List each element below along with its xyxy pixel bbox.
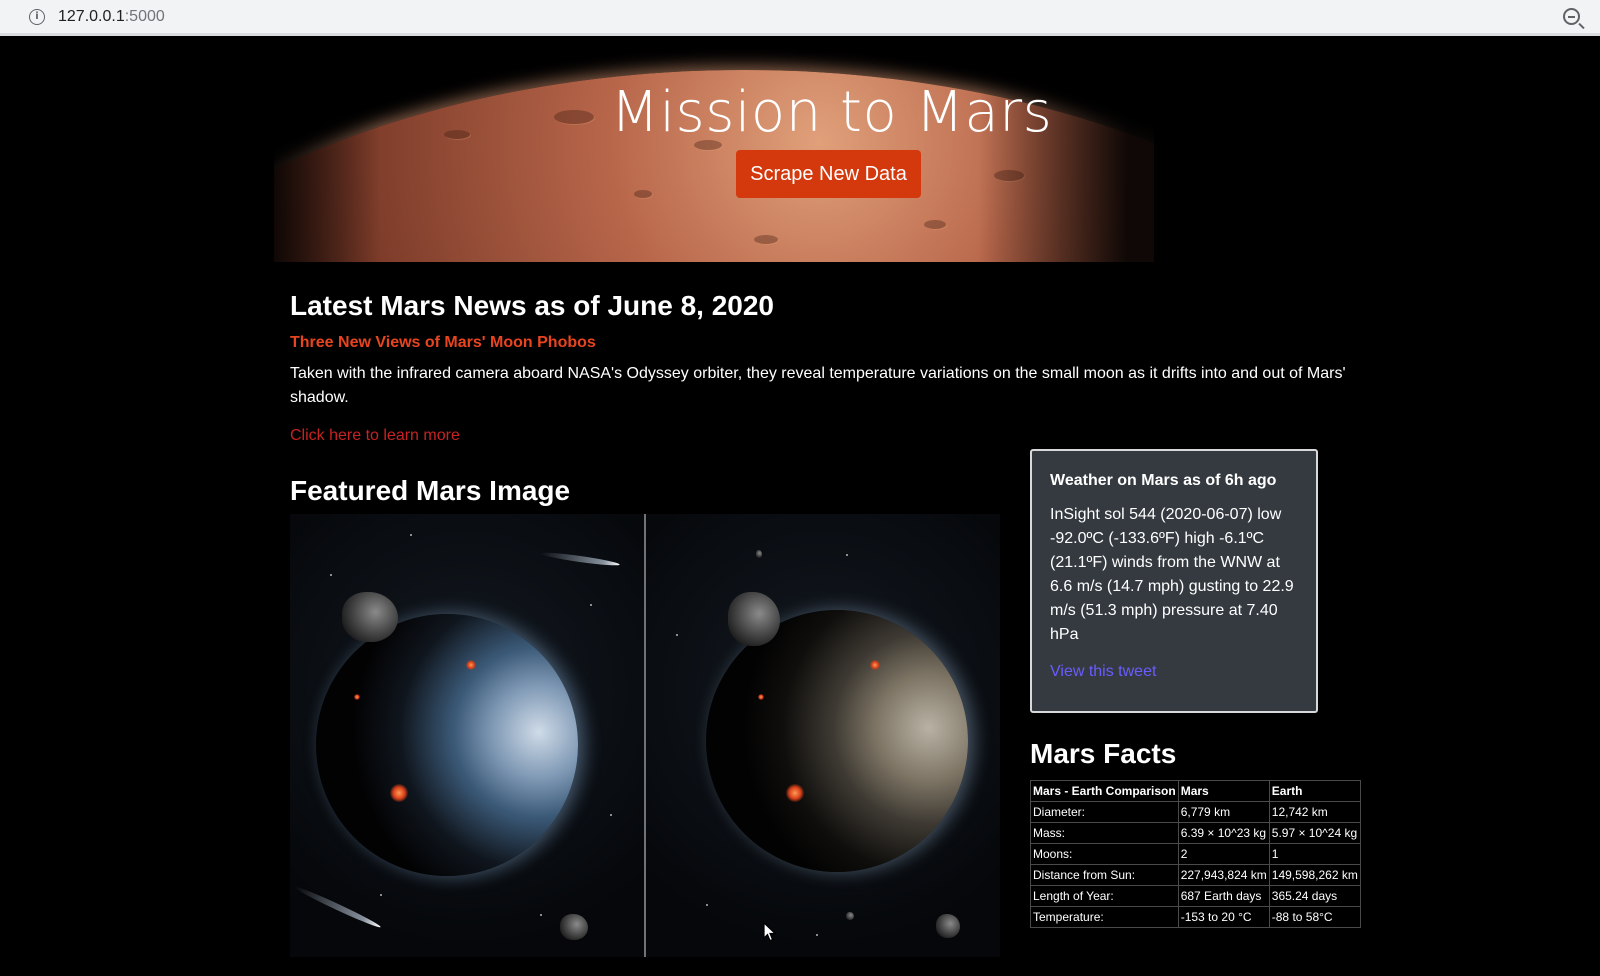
- table-cell: 1: [1268, 843, 1361, 865]
- url-text[interactable]: 127.0.0.1:5000: [58, 8, 165, 26]
- table-cell: -88 to 58°C: [1268, 906, 1361, 928]
- table-cell: Temperature:: [1030, 906, 1179, 928]
- news-body: Taken with the infrared camera aboard NA…: [290, 365, 1346, 406]
- news-title: Three New Views of Mars' Moon Phobos: [290, 334, 596, 351]
- table-cell: -153 to 20 °C: [1177, 906, 1270, 928]
- table-cell: 149,598,262 km: [1268, 864, 1361, 886]
- page-title: Mission to Mars: [610, 80, 1053, 145]
- featured-image-heading: Featured Mars Image: [290, 475, 571, 506]
- table-header-row: Mars - Earth Comparison Mars Earth: [1030, 780, 1361, 802]
- weather-title: Weather on Mars as of 6h ago: [1050, 472, 1277, 489]
- table-header: Mars - Earth Comparison: [1030, 780, 1179, 802]
- news-heading: Latest Mars News as of June 8, 2020: [290, 290, 774, 321]
- table-cell: 2: [1177, 843, 1270, 865]
- table-row: Distance from Sun: 227,943,824 km 149,59…: [1030, 864, 1361, 886]
- weather-text: InSight sol 544 (2020-06-07) low -92.0ºC…: [1050, 506, 1294, 643]
- earth-panel-image: [290, 514, 644, 957]
- table-cell: 6.39 × 10^23 kg: [1177, 822, 1270, 844]
- info-icon[interactable]: i: [29, 8, 45, 25]
- table-cell: Length of Year:: [1030, 885, 1179, 907]
- featured-mars-image[interactable]: [290, 514, 1000, 957]
- table-header: Mars: [1177, 780, 1270, 802]
- learn-more-link[interactable]: Click here to learn more: [290, 427, 460, 445]
- url-port: :5000: [124, 7, 165, 25]
- url-host: 127.0.0.1: [58, 7, 125, 25]
- scrape-new-data-button[interactable]: Scrape New Data: [736, 150, 921, 198]
- table-cell: 5.97 × 10^24 kg: [1268, 822, 1361, 844]
- table-cell: 227,943,824 km: [1177, 864, 1270, 886]
- table-row: Mass: 6.39 × 10^23 kg 5.97 × 10^24 kg: [1030, 822, 1361, 844]
- table-cell: 12,742 km: [1268, 801, 1361, 823]
- table-cell: Mass:: [1030, 822, 1179, 844]
- zoom-icon[interactable]: [1563, 8, 1580, 25]
- browser-address-bar[interactable]: i 127.0.0.1:5000: [0, 0, 1600, 36]
- table-row: Diameter: 6,779 km 12,742 km: [1030, 801, 1361, 823]
- table-cell: 687 Earth days: [1177, 885, 1270, 907]
- mars-facts-table: Mars - Earth Comparison Mars Earth Diame…: [1030, 780, 1361, 928]
- view-tweet-link[interactable]: View this tweet: [1050, 663, 1298, 681]
- table-row: Temperature: -153 to 20 °C -88 to 58°C: [1030, 906, 1361, 928]
- mars-facts-heading: Mars Facts: [1030, 738, 1177, 769]
- table-cell: 365.24 days: [1268, 885, 1361, 907]
- table-cell: 6,779 km: [1177, 801, 1270, 823]
- table-header: Earth: [1268, 780, 1361, 802]
- table-cell: Distance from Sun:: [1030, 864, 1179, 886]
- table-cell: Diameter:: [1030, 801, 1179, 823]
- weather-card: Weather on Mars as of 6h ago InSight sol…: [1030, 449, 1318, 713]
- table-cell: Moons:: [1030, 843, 1179, 865]
- mars-panel-image: [646, 514, 1000, 957]
- table-row: Length of Year: 687 Earth days 365.24 da…: [1030, 885, 1361, 907]
- table-row: Moons: 2 1: [1030, 843, 1361, 865]
